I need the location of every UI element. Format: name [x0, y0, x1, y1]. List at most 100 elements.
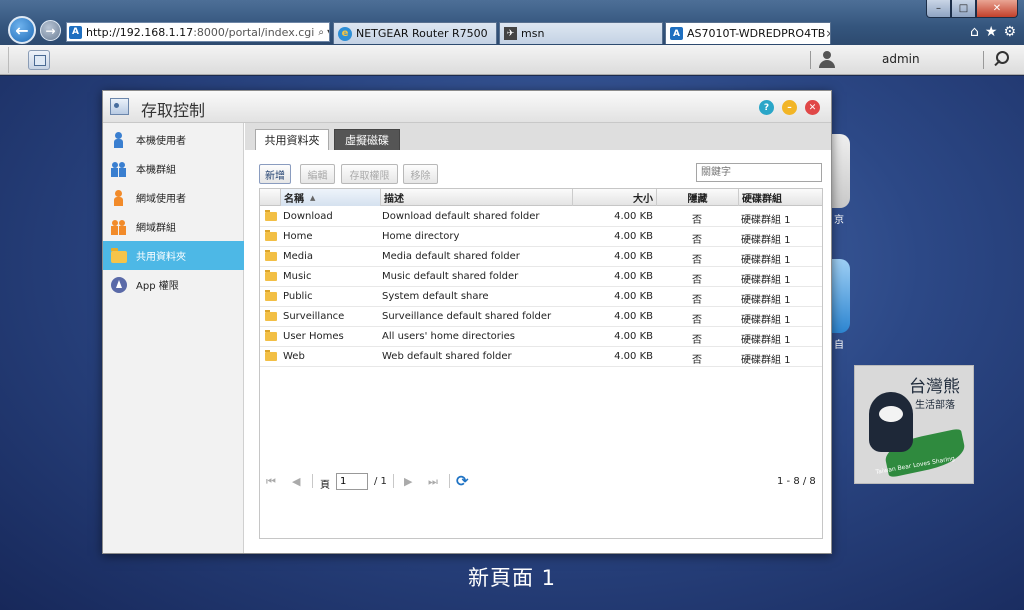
pagination-bar: ⏮ ◀ 頁 / 1 ▶ ⏭ ⟳ 1 - 8 / 8 — [260, 470, 822, 494]
page-label: 頁 — [320, 480, 330, 491]
watermark-subtitle: 生活部落 — [915, 400, 955, 411]
tab-shared-folders[interactable]: 共用資料夾 — [255, 129, 329, 150]
sidebar-item-domain-groups[interactable]: 網域群組 — [103, 212, 244, 241]
cell-description: Surveillance default shared folder — [382, 311, 552, 322]
tab-virtual-disk[interactable]: 虛擬磁碟 — [334, 129, 400, 150]
cell-name: Surveillance — [283, 311, 345, 322]
first-page-icon[interactable]: ⏮ — [266, 475, 276, 489]
adm-taskbar: admin — [0, 45, 1024, 75]
favorites-star-icon[interactable]: ★ — [985, 24, 998, 40]
sidebar-item-domain-users[interactable]: 網域使用者 — [103, 183, 244, 212]
table-row[interactable]: Home Home directory 4.00 KB 否 硬碟群組 1 — [260, 227, 822, 247]
desktop-app-label: 京 — [834, 215, 844, 226]
table-row[interactable]: Download Download default shared folder 4.… — [260, 207, 822, 227]
sidebar-item-app-permissions[interactable]: App 權限 — [103, 270, 244, 299]
cell-size: 4.00 KB — [614, 351, 653, 362]
cell-name: Public — [283, 291, 313, 302]
cell-size: 4.00 KB — [614, 331, 653, 342]
arrow-right-icon: → — [45, 23, 56, 38]
os-minimize-button[interactable]: – — [926, 0, 951, 18]
cell-disk-group: 硬碟群組 1 — [741, 215, 791, 226]
app-launcher-button[interactable] — [28, 50, 50, 70]
cell-disk-group: 硬碟群組 1 — [741, 255, 791, 266]
folder-icon — [265, 330, 277, 341]
sidebar-item-label: 網域使用者 — [136, 194, 186, 205]
user-icon — [111, 131, 127, 148]
sidebar-item-local-users[interactable]: 本機使用者 — [103, 125, 244, 154]
sidebar: 本機使用者 本機群組 網域使用者 網域群組 共用資料夾 App 權限 — [103, 123, 244, 553]
cell-description: System default share — [382, 291, 489, 302]
close-button[interactable]: ✕ — [805, 100, 820, 115]
folder-icon — [265, 310, 277, 321]
cell-hidden: 否 — [692, 335, 702, 346]
cell-disk-group: 硬碟群組 1 — [741, 235, 791, 246]
sidebar-item-label: 共用資料夾 — [136, 252, 186, 263]
shared-folders-table: 名稱 ▲ 描述 大小 隱藏 硬碟群組 Download Download defa… — [259, 188, 823, 539]
last-page-icon[interactable]: ⏭ — [428, 475, 438, 489]
cell-hidden: 否 — [692, 235, 702, 246]
sidebar-item-local-groups[interactable]: 本機群組 — [103, 154, 244, 183]
cell-disk-group: 硬碟群組 1 — [741, 355, 791, 366]
gear-icon[interactable]: ⚙ — [1003, 24, 1016, 40]
sidebar-item-label: 本機使用者 — [136, 136, 186, 147]
refresh-icon[interactable]: ⟳ — [456, 472, 469, 490]
divider — [393, 474, 394, 488]
remove-button[interactable]: 移除 — [403, 164, 438, 184]
divider — [8, 47, 9, 73]
table-row[interactable]: Media Media default shared folder 4.00 KB 否… — [260, 247, 822, 267]
cell-size: 4.00 KB — [614, 311, 653, 322]
sidebar-item-shared-folders[interactable]: 共用資料夾 — [103, 241, 244, 270]
table-row[interactable]: Music Music default shared folder 4.00 KB 否… — [260, 267, 822, 287]
tab-close-icon[interactable]: × — [825, 27, 830, 40]
column-header-disk-group[interactable]: 硬碟群組 — [738, 189, 822, 206]
access-permission-button[interactable]: 存取權限 — [341, 164, 398, 184]
edit-button[interactable]: 編輯 — [300, 164, 335, 184]
folder-icon — [111, 247, 127, 263]
cell-disk-group: 硬碟群組 1 — [741, 335, 791, 346]
tab-msn[interactable]: ✈ msn — [499, 22, 663, 44]
cell-name: Media — [283, 251, 314, 262]
table-row[interactable]: Public System default share 4.00 KB 否 硬碟群組 1 — [260, 287, 822, 307]
tab-netgear[interactable]: e NETGEAR Router R7500 — [333, 22, 497, 44]
column-header-name[interactable]: 名稱 ▲ — [280, 189, 380, 206]
address-bar[interactable]: A http://192.168.1.17:8000/portal/index.… — [66, 22, 330, 42]
os-maximize-button[interactable]: □ — [951, 0, 976, 18]
add-button[interactable]: 新增 — [259, 164, 291, 184]
minimize-button[interactable]: – — [782, 100, 797, 115]
search-icon[interactable] — [992, 51, 1010, 69]
watermark-logo: 台灣熊 生活部落 Taiwan Bear Loves Sharing — [854, 365, 974, 484]
group-icon — [111, 161, 127, 177]
tab-asustor[interactable]: A AS7010T-WDREDPRO4TB × — [665, 22, 831, 44]
column-header-hidden[interactable]: 隱藏 — [656, 189, 738, 206]
table-row[interactable]: Surveillance Surveillance default shared … — [260, 307, 822, 327]
column-header-label: 名稱 — [284, 194, 304, 205]
keyword-search-input[interactable] — [696, 163, 822, 182]
column-header-size[interactable]: 大小 — [572, 189, 656, 206]
back-button[interactable]: ← — [8, 16, 36, 44]
home-icon[interactable]: ⌂ — [970, 24, 979, 40]
tab-label: NETGEAR Router R7500 — [356, 27, 488, 40]
folder-icon — [265, 290, 277, 301]
forward-button[interactable]: → — [40, 20, 61, 41]
access-control-app-icon — [110, 98, 129, 115]
table-row[interactable]: Web Web default shared folder 4.00 KB 否 硬碟群組… — [260, 347, 822, 367]
window-titlebar[interactable]: 存取控制 ? – ✕ — [103, 91, 831, 123]
user-icon[interactable] — [818, 50, 836, 68]
help-button[interactable]: ? — [759, 100, 774, 115]
cell-description: Web default shared folder — [382, 351, 512, 362]
cell-size: 4.00 KB — [614, 211, 653, 222]
url-path: :8000/portal/index.cgi — [193, 25, 315, 39]
page-number-input[interactable] — [336, 473, 368, 490]
os-close-button[interactable]: ✕ — [976, 0, 1018, 18]
table-row[interactable]: User Homes All users' home directories 4.0… — [260, 327, 822, 347]
previous-page-icon[interactable]: ◀ — [292, 475, 300, 488]
next-page-icon[interactable]: ▶ — [404, 475, 412, 488]
username[interactable]: admin — [882, 52, 920, 66]
main-content: 共用資料夾 虛擬磁碟 新增 編輯 存取權限 移除 名稱 ▲ 描述 大小 隱藏 硬… — [245, 123, 831, 553]
sidebar-item-label: 本機群組 — [136, 165, 176, 176]
cell-name: Home — [283, 231, 313, 242]
cell-disk-group: 硬碟群組 1 — [741, 295, 791, 306]
address-controls[interactable]: ⌕ ▾ ↻ — [314, 27, 329, 38]
browser-tools: ⌂ ★ ⚙ — [970, 24, 1016, 40]
column-header-description[interactable]: 描述 — [380, 189, 572, 206]
